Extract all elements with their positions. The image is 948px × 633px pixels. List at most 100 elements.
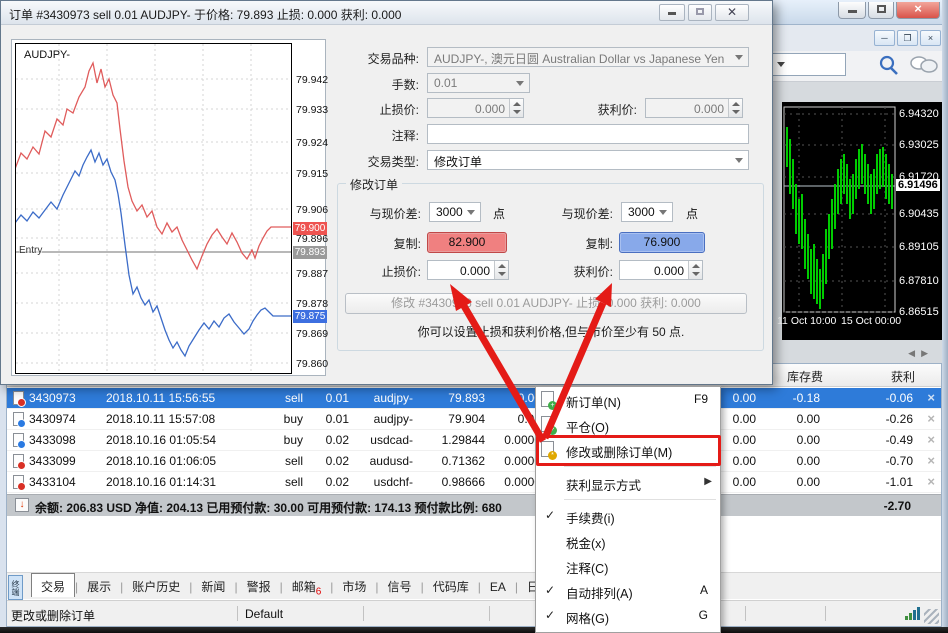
symbol-combo-partial[interactable] xyxy=(770,53,846,76)
cell-swap: 0.00 xyxy=(760,454,820,468)
tab-EA[interactable]: EA xyxy=(481,576,515,600)
cell-order: 3430974 xyxy=(29,412,89,426)
cell-time: 2018.10.16 01:14:31 xyxy=(106,475,242,489)
terminal-side-tab[interactable]: 终端 xyxy=(8,575,23,600)
menu-item-税金x[interactable]: 税金(x) xyxy=(536,528,720,553)
menu-item-自动排列A[interactable]: ✓自动排列(A)A xyxy=(536,578,720,603)
chart-minimize-button[interactable]: ─ xyxy=(874,30,895,46)
tab-交易[interactable]: 交易 xyxy=(31,573,75,597)
dialog-minimize-button[interactable] xyxy=(659,4,685,21)
menu-item-平仓O[interactable]: 平仓(O) xyxy=(536,412,720,437)
column-header-swap[interactable]: 库存费 xyxy=(787,368,823,385)
ask-price-badge: 79.900 xyxy=(293,222,327,235)
account-summary-row: ↓ 余额: 206.83 USD 净值: 204.13 已用预付款: 30.00… xyxy=(7,494,941,516)
window-maximize-button[interactable] xyxy=(868,2,894,19)
window-close-button[interactable]: × xyxy=(896,2,940,19)
copy-ask-button[interactable]: 82.900 xyxy=(427,232,507,253)
tab-警报[interactable]: 警报 xyxy=(238,574,280,598)
lots-combo[interactable]: 0.01 xyxy=(427,73,530,93)
cell-symbol: audjpy- xyxy=(351,412,413,426)
modify-order-button[interactable]: 修改 #3430973 sell 0.01 AUDJPY- 止损: 0.000 … xyxy=(345,293,747,314)
cell-type: sell xyxy=(245,454,303,468)
close-position-button[interactable]: × xyxy=(927,453,935,468)
comment-input[interactable] xyxy=(427,124,749,144)
market-chart-plot xyxy=(782,102,942,340)
tp-label: 获利价: xyxy=(517,101,637,118)
menu-item-获利显示方式[interactable]: 获利显示方式▶ xyxy=(536,470,720,495)
close-position-button[interactable]: × xyxy=(927,474,935,489)
table-row[interactable]: 34331042018.10.16 01:14:31sell0.02usdchf… xyxy=(7,472,941,493)
window-minimize-button[interactable] xyxy=(838,2,866,19)
cell-symbol: usdcad- xyxy=(351,433,413,447)
cell-profit: -0.70 xyxy=(823,454,913,468)
tab-新闻[interactable]: 新闻 xyxy=(192,574,234,598)
cell-order: 3433099 xyxy=(29,454,89,468)
dialog-restore-button[interactable] xyxy=(688,4,712,21)
close-position-button[interactable]: × xyxy=(927,390,935,405)
dialog-close-button[interactable]: ✕ xyxy=(715,4,749,21)
symbol-label: 交易品种: xyxy=(299,50,419,67)
tab-展示[interactable]: 展示 xyxy=(78,574,120,598)
current-price-badge: 6.91496 xyxy=(896,179,940,191)
chart-restore-button[interactable]: ❐ xyxy=(897,30,918,46)
minimize-icon xyxy=(848,10,857,13)
modify-tp-spinner[interactable]: 0.000 xyxy=(619,260,703,280)
column-header-profit[interactable]: 获利 xyxy=(891,368,915,385)
chat-icon[interactable] xyxy=(908,53,940,79)
cell-sl: 0.0000 xyxy=(487,454,541,468)
table-row[interactable]: 34309742018.10.11 15:57:08buy0.01audjpy-… xyxy=(7,409,941,430)
copy-bid-button[interactable]: 76.900 xyxy=(619,232,705,253)
menu-item-新订单N[interactable]: 新订单(N) F9 xyxy=(536,387,720,412)
tab-市场[interactable]: 市场 xyxy=(333,574,375,598)
cell-symbol: audusd- xyxy=(351,454,413,468)
menu-shortcut: F9 xyxy=(694,392,708,406)
order-type-combo[interactable]: 修改订单 xyxy=(427,150,749,170)
tab-信号[interactable]: 信号 xyxy=(379,574,421,598)
tab-账户历史[interactable]: 账户历史 xyxy=(123,574,189,598)
close-position-button[interactable]: × xyxy=(927,432,935,447)
tp-spinner[interactable]: 0.000 xyxy=(645,98,743,118)
menu-item-label: 税金(x) xyxy=(566,533,606,552)
zoom-icon[interactable] xyxy=(876,53,902,79)
market-chart-canvas[interactable]: 6.943206.930256.917206.904356.891056.878… xyxy=(782,102,942,340)
checkmark-icon: ✓ xyxy=(545,608,555,622)
tab-邮箱[interactable]: 邮箱6 xyxy=(283,574,331,598)
modify-sl-spinner[interactable]: 0.000 xyxy=(427,260,509,280)
menu-item-label: 新订单(N) xyxy=(566,392,621,411)
status-profile[interactable]: Default xyxy=(245,607,283,621)
chart-symbol-label: AUDJPY- xyxy=(24,49,70,61)
table-row[interactable]: 34330992018.10.16 01:06:05sell0.02audusd… xyxy=(7,451,941,472)
cell-profit: -1.01 xyxy=(823,475,913,489)
menu-item-注释C[interactable]: 注释(C) xyxy=(536,553,720,578)
connection-status-icon xyxy=(905,607,920,620)
cell-swap: 0.00 xyxy=(760,475,820,489)
modify-tp-label: 获利价: xyxy=(503,263,613,280)
cell-order: 3433098 xyxy=(29,433,89,447)
window-right-border xyxy=(942,0,948,633)
sell-order-icon xyxy=(13,454,24,468)
dialog-titlebar[interactable]: 订单 #3430973 sell 0.01 AUDJPY- 于价格: 79.89… xyxy=(1,1,772,25)
tab-代码库[interactable]: 代码库 xyxy=(424,574,478,598)
sl-spinner[interactable]: 0.000 xyxy=(427,98,524,118)
entry-line-label: Entry xyxy=(19,245,42,256)
chart-scroll-arrows[interactable]: ◀▶ xyxy=(908,348,934,359)
annotation-highlight-rect xyxy=(536,435,721,466)
table-row[interactable]: 34330982018.10.16 01:05:54buy0.02usdcad-… xyxy=(7,430,941,451)
market-price-label: 6.89105 xyxy=(899,241,939,253)
symbol-combo[interactable]: AUDJPY-, 澳元日圆 Australian Dollar vs Japan… xyxy=(427,47,749,67)
cell-symbol: usdchf- xyxy=(351,475,413,489)
chart-close-button[interactable]: × xyxy=(920,30,941,46)
dialog-title: 订单 #3430973 sell 0.01 AUDJPY- 于价格: 79.89… xyxy=(9,6,401,23)
toolbar xyxy=(770,51,948,82)
close-position-button[interactable]: × xyxy=(927,411,935,426)
market-price-label: 6.90435 xyxy=(899,208,939,220)
table-row[interactable]: 34309732018.10.11 15:56:55sell0.01audjpy… xyxy=(7,388,941,409)
group-title: 修改订单 xyxy=(346,176,402,193)
menu-item-手续费i[interactable]: ✓手续费(i) xyxy=(536,503,720,528)
menu-item-网格G[interactable]: ✓网格(G)G xyxy=(536,603,720,628)
cell-lots: 0.01 xyxy=(307,412,349,426)
price-diff-combo-right[interactable]: 3000 xyxy=(621,202,673,222)
resize-grip[interactable] xyxy=(924,609,939,624)
price-diff-combo-left[interactable]: 3000 xyxy=(429,202,481,222)
menu-separator xyxy=(536,495,720,503)
